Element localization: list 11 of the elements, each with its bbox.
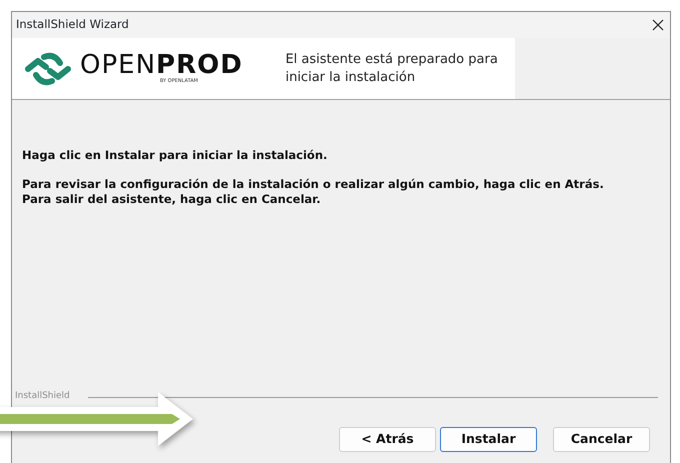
close-icon[interactable]: [652, 19, 664, 31]
brand-label: InstallShield: [15, 391, 70, 401]
body-text: Haga clic en Instalar para iniciar la instalación.: [22, 148, 328, 163]
window-title: InstallShield Wizard: [16, 16, 129, 34]
logo-text: OPEN PROD: [80, 52, 243, 78]
wizard-button[interactable]: Cancelar: [553, 427, 650, 452]
header-title: El asistente está preparado para iniciar la instalación: [285, 50, 499, 86]
wizard-button[interactable]: < Atrás: [339, 427, 436, 452]
body-text: Para revisar la configuración de la instalación o realizar algún cambio, haga clic en Atrás. Para salir del asistente, haga clic en Cancelar.: [22, 177, 605, 207]
logo-icon: [24, 50, 72, 86]
wizard-button[interactable]: Instalar: [440, 427, 537, 452]
